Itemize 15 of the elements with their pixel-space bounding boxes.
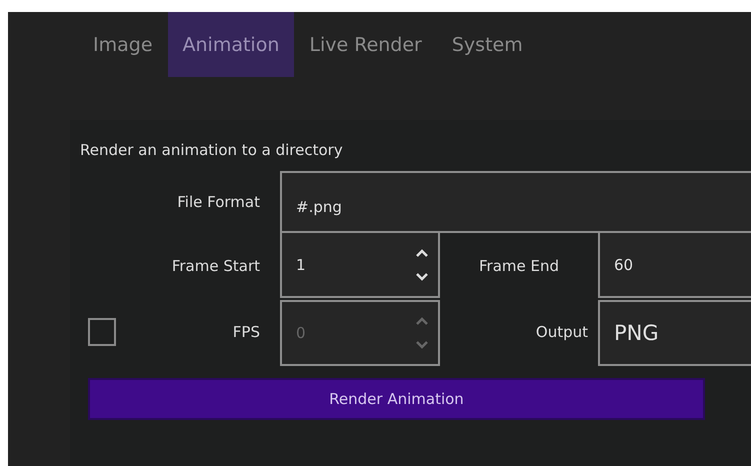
field-label: FPS	[232, 323, 260, 341]
file-format-field[interactable]: #.png	[280, 171, 751, 233]
tab[interactable]: System	[436, 12, 538, 77]
tab[interactable]: Animation	[168, 12, 294, 77]
field-label: Frame End	[478, 256, 560, 276]
output-field[interactable]: PNG	[598, 300, 751, 366]
frame-end-field[interactable]: 60	[598, 231, 751, 298]
field-label: File Format	[176, 192, 261, 213]
tab[interactable]: Live Render	[294, 12, 437, 77]
field-label: Frame Start	[170, 256, 261, 276]
field-label: Output	[534, 322, 589, 343]
render-animation-button[interactable]: Render Animation	[88, 378, 705, 420]
section-heading: Render an animation to a directory	[80, 141, 343, 159]
frame-start-spinbox[interactable]: 1	[280, 231, 440, 298]
tab[interactable]: Image	[78, 12, 168, 77]
